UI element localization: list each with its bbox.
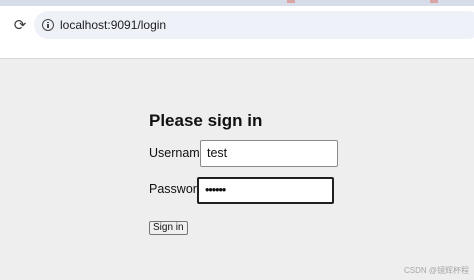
info-icon[interactable]: [42, 19, 54, 31]
page-title: Please sign in: [149, 111, 263, 130]
reload-icon[interactable]: ⟳: [11, 16, 29, 34]
username-label: Username: [149, 146, 207, 160]
tab-edge: [430, 0, 438, 3]
address-bar-url[interactable]: localhost:9091/login: [60, 18, 166, 32]
address-bar[interactable]: localhost:9091/login: [34, 11, 474, 39]
tab-edge: [287, 0, 295, 3]
username-field[interactable]: test: [200, 140, 338, 167]
sign-in-button[interactable]: Sign in: [149, 221, 188, 235]
page-content: Please sign in Username test Password ••…: [0, 59, 474, 280]
browser-toolbar: ⟳ localhost:9091/login: [0, 6, 474, 44]
password-field[interactable]: ••••••: [197, 177, 334, 204]
watermark: CSDN @镜辉杯程: [403, 266, 469, 275]
password-label: Password: [149, 182, 204, 196]
